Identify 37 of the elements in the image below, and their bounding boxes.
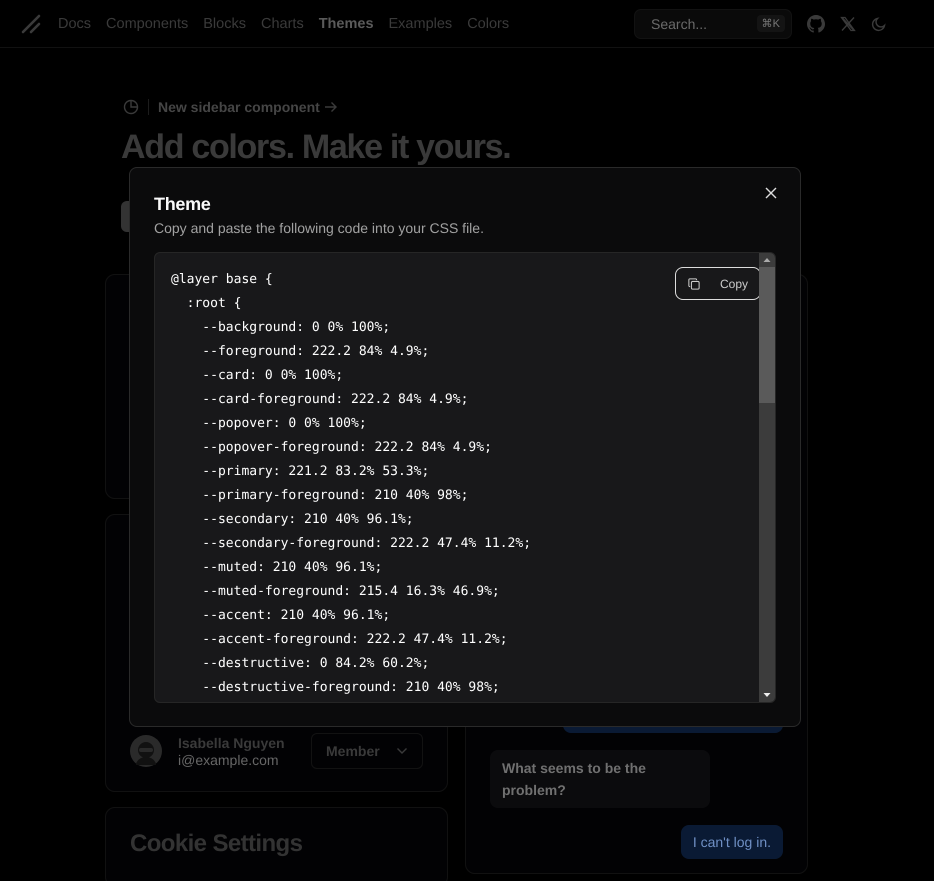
- code-line: --muted-foreground: 215.4 16.3% 46.9%;: [201, 583, 500, 601]
- code-line: --secondary-foreground: 222.2 47.4% 11.2%;: [201, 535, 532, 553]
- dialog-title: Theme: [154, 193, 211, 216]
- nav-link[interactable]: Themes: [318, 16, 374, 32]
- nav-link[interactable]: Docs: [58, 16, 92, 32]
- nav-link[interactable]: Blocks: [203, 16, 246, 32]
- code-line: --accent: 210 40% 96.1%;: [201, 607, 390, 625]
- code-line: --foreground: 222.2 84% 4.9%;: [201, 343, 430, 361]
- member-name: Isabella Nguyen: [178, 734, 285, 750]
- message-bubble: What seems to be the problem?: [490, 750, 710, 808]
- code-line: --background: 0 0% 100%;: [201, 319, 390, 337]
- code-line: --secondary: 210 40% 96.1%;: [201, 511, 414, 529]
- nav-link[interactable]: Components: [106, 16, 188, 32]
- dialog-description: Copy and paste the following code into your CSS file.: [154, 220, 485, 236]
- code-line: --muted: 210 40% 96.1%;: [201, 559, 382, 577]
- code-line: --destructive-foreground: 210 40% 98%;: [201, 679, 500, 697]
- code-line: --destructive: 0 84.2% 60.2%;: [201, 655, 430, 673]
- code-line: --popover: 0 0% 100%;: [201, 415, 367, 433]
- nav-link[interactable]: Charts: [260, 16, 304, 32]
- search-field[interactable]: Search... ⌘K: [634, 8, 792, 38]
- member-email: i@example.com: [178, 752, 280, 768]
- nav-link[interactable]: Colors: [467, 16, 510, 32]
- nav-link[interactable]: Examples: [388, 16, 452, 32]
- role-dropdown[interactable]: Member: [311, 733, 423, 769]
- code-line: --card-foreground: 222.2 84% 4.9%;: [201, 391, 468, 409]
- copy-button[interactable]: Copy: [675, 267, 761, 300]
- shortcut-badge: ⌘K: [756, 15, 785, 32]
- code-line: --primary: 221.2 83.2% 53.3%;: [201, 463, 430, 481]
- code-line: --accent-foreground: 222.2 47.4% 11.2%;: [201, 631, 508, 649]
- code-line: --popover-foreground: 222.2 84% 4.9%;: [201, 439, 492, 457]
- announcement-link[interactable]: New sidebar component: [158, 99, 338, 115]
- code-line: @layer base {: [171, 271, 273, 289]
- code-line: --card: 0 0% 100%;: [201, 367, 344, 385]
- code-line: --primary-foreground: 210 40% 98%;: [201, 487, 468, 505]
- code-line: :root {: [186, 295, 242, 313]
- message-bubble: I can't log in.: [680, 825, 783, 859]
- page-heading: Add colors. Make it yours.: [121, 127, 512, 167]
